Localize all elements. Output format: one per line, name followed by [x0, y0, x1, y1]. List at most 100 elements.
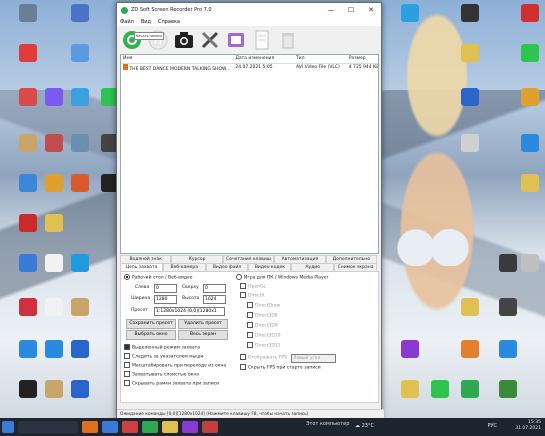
desktop-shortcut-icon[interactable] [486, 378, 530, 418]
desktop-shortcut-icon[interactable] [58, 252, 102, 292]
preset-select[interactable]: 1:1280x1024 (0,0)[1280x1 [154, 307, 225, 316]
col-type[interactable]: Тип [294, 55, 347, 63]
desktop-shortcut-icon[interactable] [388, 2, 432, 42]
desktop-shortcut-icon[interactable] [448, 42, 492, 82]
hide-frame-checkbox[interactable]: Скрывать рамки захвата при записи [124, 380, 219, 389]
taskbar: ☁ 23°C Этот компьютер РУС 15:35 31.07.20… [0, 418, 545, 436]
delete-button[interactable] [277, 29, 299, 51]
search-box[interactable] [18, 421, 78, 433]
save-preset-button[interactable]: Сохранить пресет [126, 319, 176, 329]
desktop-shortcut-icon[interactable] [388, 338, 432, 378]
desktop-shortcut-icon[interactable] [508, 172, 545, 212]
file-list[interactable]: Имя Дата изменения Тип Размер THE BEST D… [120, 54, 379, 254]
desktop-shortcut-icon[interactable] [58, 42, 102, 82]
desktop-shortcut-icon[interactable] [508, 132, 545, 172]
tab-webcam[interactable]: Веб-камера [162, 263, 206, 271]
tab-video-file[interactable]: Видео файл [205, 263, 249, 271]
follow-checkbox[interactable]: Следить за указателем мыши [124, 353, 203, 362]
d3d11-checkbox[interactable]: Direct3D11 [247, 342, 281, 351]
hide-fps-checkbox[interactable]: Скрыть FPS при старте записи [240, 364, 321, 373]
tab-audio[interactable]: Аудио [291, 263, 335, 271]
taskbar-app-icon[interactable] [182, 421, 198, 433]
tab-watermark[interactable]: Водяной знак [120, 255, 172, 263]
minimize-icon[interactable]: — [321, 3, 341, 17]
menu-file[interactable]: Файл [120, 19, 134, 25]
window-titlebar[interactable]: ZD Soft Screen Recorder Pro 7.0 — ☐ ✕ [117, 3, 381, 17]
show-fps-checkbox[interactable]: Отображать FPS [240, 354, 287, 363]
preset-label: Пресет [131, 308, 148, 313]
tab-screenshot[interactable]: Снимок экрана [334, 263, 377, 271]
desktop-shortcut-icon[interactable] [32, 212, 76, 252]
fps-position-select[interactable]: Левый угол [291, 354, 336, 363]
start-icon[interactable] [2, 421, 14, 433]
file-date: 24.07.2021 5:05 [235, 65, 273, 70]
list-item[interactable]: THE BEST DANCE MODERN TALKING SHOW... 24… [121, 64, 378, 72]
taskbar-app-icon[interactable] [82, 421, 98, 433]
directdraw-checkbox[interactable]: DirectDraw [247, 302, 280, 311]
taskbar-app-icon[interactable] [142, 421, 158, 433]
checkbox-icon [247, 302, 253, 308]
desktop-shortcut-icon[interactable] [508, 2, 545, 42]
desktop-shortcut-icon[interactable] [486, 338, 530, 378]
col-name[interactable]: Имя [121, 55, 233, 63]
opengl-checkbox[interactable]: OpenGL [240, 283, 266, 292]
scale-checkbox[interactable]: Масштабировать при переходе из окна [124, 362, 226, 371]
weather-widget[interactable]: ☁ 23°C [355, 423, 374, 429]
menu-view[interactable]: Вид [141, 19, 151, 25]
radio-game[interactable]: Игра для ПК / Windows Media Player [236, 274, 328, 283]
d3d9-checkbox[interactable]: Direct3D9 [247, 322, 278, 331]
desktop-shortcut-icon[interactable] [6, 2, 50, 42]
desktop-shortcut-icon[interactable] [58, 296, 102, 336]
desktop-shortcut-icon[interactable] [448, 2, 492, 42]
full-screen-button[interactable]: Весь экран [178, 330, 228, 340]
radio-desktop[interactable]: Рабочий стол / Веб-видео [124, 274, 193, 283]
taskbar-app-icon[interactable] [162, 421, 178, 433]
desktop-shortcut-icon[interactable] [58, 338, 102, 378]
delete-preset-button[interactable]: Удалить пресет [178, 319, 228, 329]
left-input[interactable]: 0 [154, 284, 177, 293]
shortcut-glyph-icon [401, 4, 419, 22]
maximize-icon[interactable]: ☐ [341, 3, 361, 17]
select-window-button[interactable]: Выбрать окно [126, 330, 176, 340]
d3d10-checkbox[interactable]: Direct3D10 [247, 332, 281, 341]
clock[interactable]: 15:35 31.07.2021 [515, 420, 541, 432]
highlight-checkbox[interactable]: Выделенный режим захвата [124, 344, 200, 353]
close-icon[interactable]: ✕ [361, 3, 381, 17]
desktop-shortcut-icon[interactable] [486, 296, 530, 336]
top-input[interactable]: 0 [203, 284, 226, 293]
tab-hotkeys[interactable]: Сочетания клавиш [222, 255, 275, 263]
tab-video-codec[interactable]: Видео кодек [248, 263, 292, 271]
player-button[interactable] [225, 29, 247, 51]
col-size[interactable]: Размер [347, 55, 378, 63]
this-pc-label[interactable]: Этот компьютер [306, 421, 349, 433]
shortcut-glyph-icon [19, 4, 37, 22]
desktop-shortcut-icon[interactable] [58, 378, 102, 418]
layered-checkbox[interactable]: Захватывать слоистые окна [124, 371, 199, 380]
desktop-shortcut-icon[interactable] [58, 2, 102, 42]
lang-indicator[interactable]: РУС [487, 423, 497, 429]
width-input[interactable]: 1280 [154, 295, 177, 304]
desktop-shortcut-icon[interactable] [448, 86, 492, 126]
desktop-shortcut-icon[interactable] [508, 42, 545, 82]
directx-checkbox[interactable]: DirectX [240, 292, 265, 301]
tab-automation[interactable]: Автоматизация [274, 255, 326, 263]
taskbar-app-icon[interactable] [122, 421, 138, 433]
screenshot-button[interactable] [173, 29, 195, 51]
tab-advanced[interactable]: Дополнительно [325, 255, 378, 263]
shortcut-glyph-icon [401, 380, 419, 398]
taskbar-app-icon[interactable] [102, 421, 118, 433]
tab-capture-target[interactable]: Цель захвата [120, 263, 163, 271]
taskbar-app-icon[interactable] [202, 421, 218, 433]
menu-help[interactable]: Справка [158, 19, 180, 25]
col-date[interactable]: Дата изменения [233, 55, 294, 63]
desktop-shortcut-icon[interactable] [508, 86, 545, 126]
d3d8-checkbox[interactable]: Direct3D8 [247, 312, 278, 321]
desktop-shortcut-icon[interactable] [448, 132, 492, 172]
tooltip: Начать запись [134, 32, 164, 40]
settings-button[interactable] [199, 29, 221, 51]
desktop-shortcut-icon[interactable] [6, 42, 50, 82]
file-button[interactable] [251, 29, 273, 51]
tab-cursor[interactable]: Курсор [171, 255, 223, 263]
height-input[interactable]: 1024 [203, 295, 226, 304]
desktop-shortcut-icon[interactable] [508, 252, 545, 292]
